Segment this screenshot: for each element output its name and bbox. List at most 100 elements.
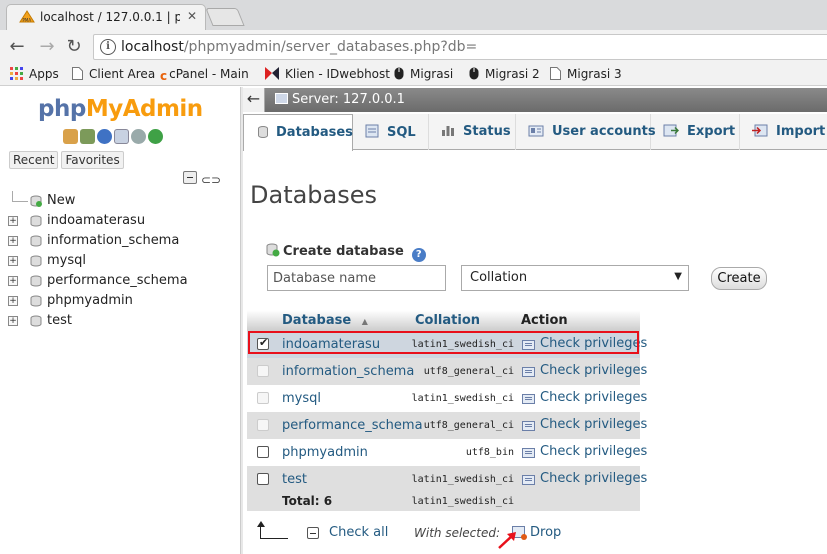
close-tab-icon[interactable]: ✕ (187, 9, 197, 23)
recent-button[interactable]: Recent (9, 151, 59, 169)
database-name-input[interactable] (267, 265, 446, 291)
tab-user-accounts[interactable]: User accounts (516, 114, 656, 150)
quick-links (63, 129, 165, 145)
check-privileges-icon[interactable] (522, 421, 535, 431)
check-privileges-link[interactable]: Check privileges (540, 471, 647, 486)
bookmark-migrasi[interactable]: Migrasi (394, 67, 453, 81)
link-with-main-panel-icon[interactable]: ⊂⊃ (201, 173, 221, 187)
tree-item-new[interactable]: New (8, 191, 240, 211)
logout-icon[interactable] (80, 129, 95, 144)
address-bar[interactable]: i localhost/phpmyadmin/server_databases.… (93, 34, 827, 60)
phpmyadmin-logo[interactable]: phpMyAdmin (38, 96, 203, 122)
server-breadcrumb[interactable]: Server: 127.0.0.1 (275, 92, 405, 107)
table-row[interactable]: phpmyadmin utf8_bin Check privileges (247, 439, 647, 466)
total-collation: latin1_swedish_ci (411, 496, 514, 507)
tree-item-performance-schema[interactable]: + performance_schema (8, 271, 240, 291)
collapse-nav-arrow-icon[interactable]: ← (243, 88, 265, 112)
tree-item-indoamaterasu[interactable]: + indoamaterasu (8, 211, 240, 231)
expand-icon[interactable]: + (8, 296, 18, 306)
bookmark-migrasi-2[interactable]: Migrasi 2 (469, 67, 540, 81)
tree-item-mysql[interactable]: + mysql (8, 251, 240, 271)
help-icon[interactable] (97, 129, 112, 144)
column-header-database[interactable]: Database ▲ (282, 310, 368, 331)
database-icon (30, 255, 42, 267)
bookmark-migrasi-3[interactable]: Migrasi 3 (550, 67, 622, 81)
mouse-icon (469, 67, 479, 80)
tree-connector (12, 201, 28, 202)
drop-link[interactable]: Drop (530, 525, 561, 540)
bookmarks-bar: Apps Client Area c cPanel - Main Klien - … (0, 64, 827, 86)
recent-favorites-tabs: Recent Favorites (9, 151, 127, 169)
collation-value: utf8_general_ci (423, 366, 514, 377)
pane-resizer[interactable] (240, 87, 243, 554)
database-name-link[interactable]: test (282, 472, 307, 487)
expand-icon[interactable]: + (8, 256, 18, 266)
bookmark-client-area[interactable]: Client Area (72, 67, 155, 81)
row-checkbox[interactable] (257, 473, 269, 485)
home-icon[interactable] (63, 129, 78, 144)
expand-icon[interactable]: + (8, 216, 18, 226)
url-path: /phpmyadmin/server_databases.php?db= (183, 39, 478, 55)
column-header-label: Action (521, 313, 568, 328)
table-row[interactable]: test latin1_swedish_ci Check privileges (247, 466, 647, 493)
check-privileges-link[interactable]: Check privileges (540, 417, 647, 432)
check-privileges-link[interactable]: Check privileges (540, 444, 647, 459)
database-name-link[interactable]: phpmyadmin (282, 445, 368, 460)
create-database-label: Create database? (266, 243, 426, 262)
refresh-icon[interactable] (148, 129, 163, 144)
info-icon[interactable]: i (100, 39, 116, 55)
expand-icon[interactable]: + (8, 316, 18, 326)
collapse-all-icon[interactable] (183, 171, 197, 184)
tree-item-information-schema[interactable]: + information_schema (8, 231, 240, 251)
phpmyadmin-favicon-icon: PMA (19, 10, 35, 23)
tab-sql[interactable]: SQL (353, 114, 429, 150)
collation-select[interactable]: Collation ▼ (461, 265, 689, 291)
tree-label: information_schema (47, 233, 180, 248)
import-icon (752, 124, 768, 137)
expand-icon[interactable]: + (8, 236, 18, 246)
bookmark-apps[interactable]: Apps (10, 67, 59, 81)
favorites-button[interactable]: Favorites (61, 151, 124, 169)
back-arrow-icon[interactable]: ← (6, 36, 28, 58)
docs-icon[interactable] (114, 129, 129, 144)
database-name-link[interactable]: performance_schema (282, 418, 423, 433)
tree-item-phpmyadmin[interactable]: + phpmyadmin (8, 291, 240, 311)
tab-label: User accounts (552, 124, 656, 139)
tree-label: mysql (47, 253, 86, 268)
tab-import[interactable]: Import (740, 114, 827, 150)
gear-icon[interactable] (131, 129, 146, 144)
check-privileges-link[interactable]: Check privileges (540, 363, 647, 378)
check-all-label[interactable]: Check all (329, 525, 388, 540)
browser-toolbar: ← → ↻ i localhost/phpmyadmin/server_data… (0, 30, 827, 64)
tree-item-test[interactable]: + test (8, 311, 240, 331)
bookmark-klien[interactable]: Klien - IDwebhost (265, 67, 390, 81)
create-button[interactable]: Create (711, 267, 767, 290)
database-name-link[interactable]: mysql (282, 391, 321, 406)
table-row[interactable]: information_schema utf8_general_ci Check… (247, 358, 647, 385)
reload-icon[interactable]: ↻ (63, 36, 85, 58)
bookmark-cpanel[interactable]: c cPanel - Main (160, 67, 249, 83)
dropdown-arrow-icon: ▼ (674, 271, 682, 282)
help-icon[interactable]: ? (411, 248, 426, 262)
tab-export[interactable]: Export (651, 114, 740, 150)
row-checkbox[interactable] (257, 446, 269, 458)
check-all-checkbox[interactable] (307, 527, 319, 539)
database-icon (30, 235, 42, 247)
check-privileges-icon[interactable] (522, 394, 535, 404)
tab-status[interactable]: Status (429, 114, 516, 150)
database-name-link[interactable]: information_schema (282, 364, 414, 379)
browser-tab[interactable]: PMA localhost / 127.0.0.1 | php ✕ (6, 4, 206, 30)
new-database-icon (266, 243, 280, 257)
check-privileges-icon[interactable] (522, 367, 535, 377)
table-row[interactable]: mysql latin1_swedish_ci Check privileges (247, 385, 647, 412)
tree-label: phpmyadmin (47, 293, 133, 308)
check-privileges-link[interactable]: Check privileges (540, 390, 647, 405)
check-privileges-icon[interactable] (522, 475, 535, 485)
forward-arrow-icon[interactable]: → (36, 36, 58, 58)
tab-databases[interactable]: Databases (243, 114, 353, 151)
new-tab-button[interactable] (205, 8, 245, 26)
column-header-collation[interactable]: Collation (415, 310, 480, 331)
table-row[interactable]: performance_schema utf8_general_ci Check… (247, 412, 647, 439)
check-privileges-icon[interactable] (522, 448, 535, 458)
expand-icon[interactable]: + (8, 276, 18, 286)
